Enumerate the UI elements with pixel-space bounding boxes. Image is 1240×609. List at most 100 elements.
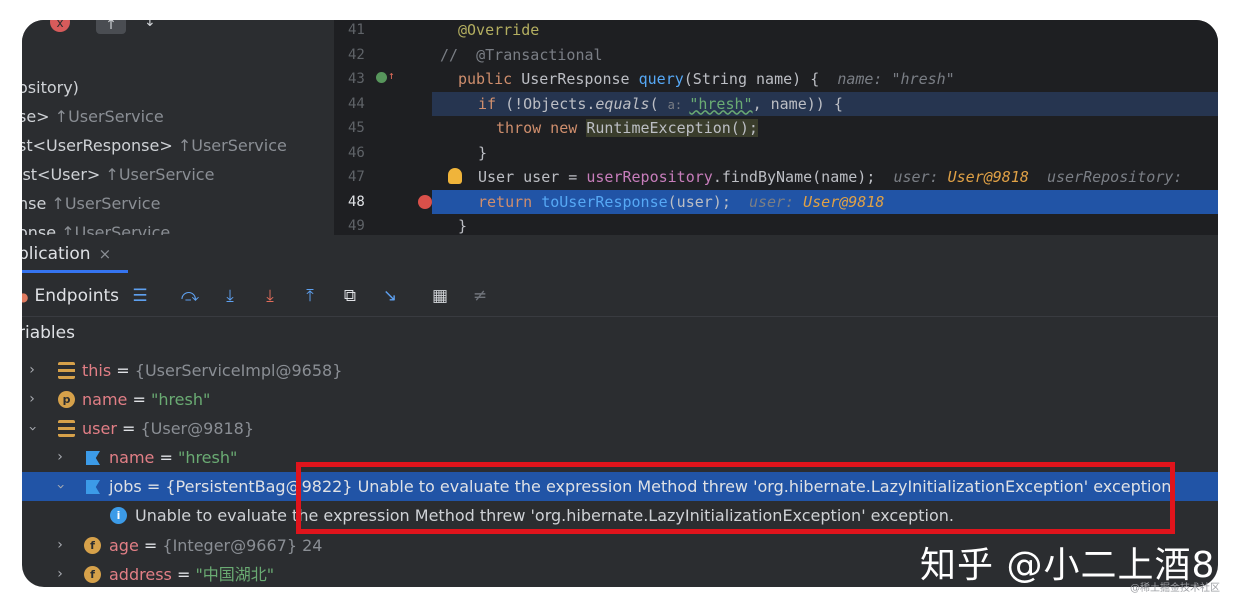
code-exception: RuntimeException(); bbox=[586, 119, 758, 137]
code-text: (user); bbox=[667, 192, 731, 211]
breakpoint-icon[interactable] bbox=[418, 195, 432, 209]
code-text: ( bbox=[649, 94, 668, 113]
code-text: .findByName(name); bbox=[712, 168, 876, 186]
variable-row-name[interactable]: › p name = "hresh" bbox=[22, 385, 1218, 414]
structure-item-label: ist<User> bbox=[22, 165, 106, 184]
navigate-up-icon[interactable]: ↑ bbox=[96, 20, 126, 34]
variable-name: age bbox=[109, 536, 139, 555]
debug-toolbar: ● Endpoints ☰ ⤼ ⤓ ⤓ ⤒ ⧉ ↘ ▦ ≠ bbox=[22, 276, 1218, 317]
tab-label: plication bbox=[22, 244, 91, 264]
show-frames-icon[interactable]: ☰ bbox=[128, 284, 152, 308]
line-number: 49 bbox=[348, 218, 365, 234]
variable-name: this bbox=[82, 361, 112, 380]
code-keyword: throw new bbox=[496, 119, 587, 137]
variable-equals: = bbox=[171, 565, 196, 584]
inline-debug-hint: name: "hresh" bbox=[837, 70, 955, 88]
structure-item[interactable]: se> ↑UserService bbox=[22, 103, 164, 131]
variable-row-user[interactable]: › user = {User@9818} bbox=[22, 414, 1218, 443]
flag-icon bbox=[86, 451, 100, 465]
code-line-42: // @Transactional bbox=[432, 43, 1218, 68]
close-tab-icon[interactable]: × bbox=[99, 245, 112, 263]
structure-item[interactable]: nse ↑UserService bbox=[22, 190, 160, 218]
inline-debug-value: User@9818 bbox=[947, 168, 1029, 186]
expand-chevron-icon[interactable]: › bbox=[24, 356, 40, 385]
code-brace: } bbox=[458, 217, 468, 235]
variable-equals: = bbox=[116, 419, 141, 438]
step-over-icon[interactable]: ⤼ bbox=[178, 284, 202, 308]
structure-toolbar: x ↑ ↓ bbox=[22, 20, 334, 42]
line-number: 45 bbox=[348, 120, 365, 136]
endpoints-tab[interactable]: ● Endpoints bbox=[22, 276, 119, 316]
evaluate-expression-icon[interactable]: ▦ bbox=[428, 284, 452, 308]
structure-item-owner: ↑UserService bbox=[54, 107, 164, 126]
code-signature: (String name) { bbox=[683, 70, 820, 88]
variable-value: "hresh" bbox=[150, 390, 211, 409]
inline-debug-value: User@9818 bbox=[803, 192, 885, 211]
override-marker-icon[interactable] bbox=[376, 72, 387, 83]
info-icon: i bbox=[110, 507, 127, 524]
expand-chevron-icon[interactable]: › bbox=[52, 560, 68, 587]
code-line-45: throw new RuntimeException(); bbox=[432, 116, 1218, 141]
variable-name: name bbox=[82, 390, 128, 409]
expand-chevron-icon[interactable]: › bbox=[52, 531, 68, 560]
variable-value: "中国湖北" bbox=[195, 565, 275, 584]
close-icon[interactable]: x bbox=[50, 20, 70, 32]
code-line-43: public UserResponse query(String name) {… bbox=[432, 67, 1218, 92]
line-number: 47 bbox=[348, 169, 365, 185]
code-editor[interactable]: 41 42 43 44 45 46 47 48 49 ↑ @Override /… bbox=[334, 20, 1218, 235]
code-line-49: } bbox=[432, 214, 1218, 235]
inline-debug-hint: user: bbox=[893, 168, 948, 186]
collapse-chevron-icon[interactable]: › bbox=[46, 479, 75, 495]
override-arrow-icon: ↑ bbox=[388, 69, 395, 82]
structure-item[interactable]: st<UserResponse> ↑UserService bbox=[22, 132, 287, 160]
code-method-name: query bbox=[638, 70, 684, 88]
variable-name: name bbox=[109, 448, 155, 467]
line-number: 41 bbox=[348, 22, 365, 38]
structure-item-label: onse bbox=[22, 223, 62, 235]
step-out-icon[interactable]: ⤒ bbox=[298, 284, 322, 308]
active-tab-indicator bbox=[22, 270, 128, 273]
code-field: userRepository bbox=[586, 168, 713, 186]
highlight-annotation-box bbox=[296, 462, 1175, 534]
structure-item-label: se> bbox=[22, 107, 50, 126]
code-keyword: if bbox=[478, 94, 506, 113]
drop-frame-icon[interactable]: ⧉ bbox=[338, 284, 362, 308]
collapse-chevron-icon[interactable]: › bbox=[22, 421, 47, 437]
variable-equals: = bbox=[111, 361, 135, 380]
variable-value: {Integer@9667} 24 bbox=[162, 536, 323, 555]
flag-icon bbox=[86, 480, 100, 494]
field-icon: f bbox=[84, 566, 101, 583]
structure-item[interactable]: ository) bbox=[22, 74, 79, 102]
code-line-47: User user = userRepository.findByName(na… bbox=[432, 165, 1218, 190]
parameter-hint: a: bbox=[667, 97, 690, 112]
variable-row-this[interactable]: › this = {UserServiceImpl@9658} bbox=[22, 356, 1218, 385]
navigate-down-icon[interactable]: ↓ bbox=[144, 20, 156, 30]
inline-debug-hint: user: bbox=[748, 192, 804, 211]
endpoints-icon: ● bbox=[22, 290, 29, 304]
trace-current-stream-icon[interactable]: ≠ bbox=[468, 284, 492, 308]
debug-tab-bar: plication × bbox=[22, 235, 1218, 273]
code-keyword: public bbox=[458, 70, 522, 88]
structure-item-owner: ↑UserService bbox=[177, 136, 287, 155]
code-brace: } bbox=[478, 143, 488, 162]
code-line-46: } bbox=[432, 141, 1218, 166]
step-into-icon[interactable]: ⤓ bbox=[218, 284, 242, 308]
variable-name: jobs bbox=[109, 477, 142, 496]
expand-chevron-icon[interactable]: › bbox=[52, 443, 68, 472]
field-icon: f bbox=[84, 537, 101, 554]
code-comment: // bbox=[440, 45, 459, 64]
code-keyword: return bbox=[478, 192, 542, 211]
parameter-icon: p bbox=[58, 391, 75, 408]
variable-equals: = bbox=[141, 477, 166, 496]
structure-item[interactable]: onse ↑UserService bbox=[22, 219, 170, 235]
structure-item-label: ository) bbox=[22, 78, 79, 97]
variable-value: {UserServiceImpl@9658} bbox=[134, 361, 343, 380]
expand-chevron-icon[interactable]: › bbox=[24, 385, 40, 414]
run-to-cursor-icon[interactable]: ↘ bbox=[378, 284, 402, 308]
structure-item[interactable]: ist<User> ↑UserService bbox=[22, 161, 214, 189]
force-step-into-icon[interactable]: ⤓ bbox=[258, 284, 282, 308]
tab-application[interactable]: plication × bbox=[22, 235, 121, 271]
structure-item-label: st<UserResponse> bbox=[22, 136, 178, 155]
field-icon bbox=[58, 420, 75, 437]
code-annotation: @Override bbox=[458, 21, 540, 39]
